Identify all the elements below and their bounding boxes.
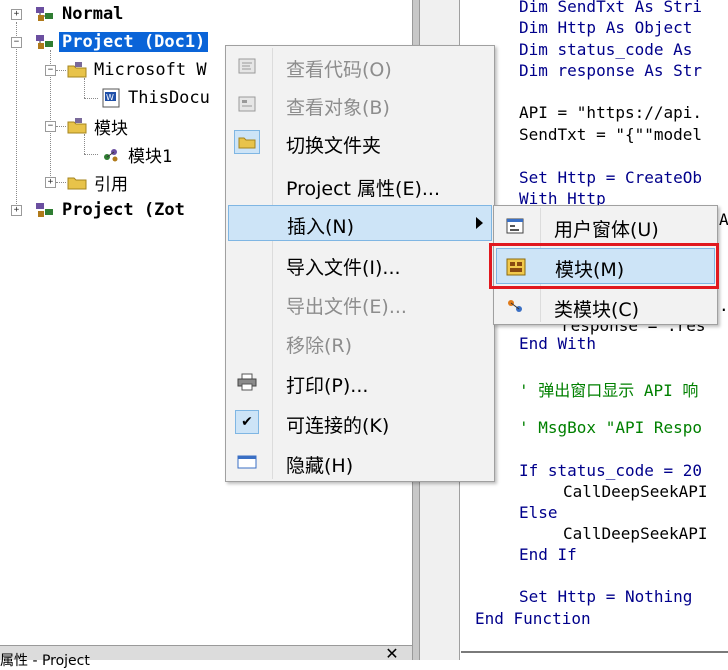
- properties-panel-title: 属性 - Project: [0, 653, 90, 669]
- expand-normal-button[interactable]: +: [11, 9, 22, 20]
- code-line: CallDeepSeekAPI: [563, 524, 708, 543]
- menu-item-label: 切换文件夹: [286, 135, 382, 157]
- class-module-icon: [502, 294, 528, 318]
- tree-node-label: 引用: [94, 174, 128, 195]
- code-line: SendTxt = "{""model: [519, 125, 703, 144]
- tree-node-label: Normal: [62, 4, 124, 24]
- tree-node-label: 模块: [94, 118, 128, 139]
- tree-node-thisdocument[interactable]: W ThisDocu: [100, 86, 213, 110]
- menu-item-view-object[interactable]: 查看对象(B): [228, 86, 492, 122]
- code-line: Dim response As Str: [519, 61, 703, 80]
- code-line: API = "https://api.: [519, 103, 703, 122]
- collapse-project-doc1-button[interactable]: −: [11, 37, 22, 48]
- folder-icon: [66, 116, 88, 136]
- code-line: End If: [519, 545, 577, 564]
- code-line: Else: [519, 503, 558, 522]
- printer-icon: [234, 370, 260, 394]
- project-context-menu: 查看代码(O) 查看对象(B) 切换文件夹 Project 属性(E)... 插…: [225, 45, 495, 482]
- procedure-separator: [461, 651, 728, 653]
- submenu-item-userform[interactable]: 用户窗体(U): [496, 208, 715, 244]
- tree-node-label: 模块1: [128, 146, 173, 167]
- code-editor[interactable]: Dim SendTxt As Stri Dim Http As Object D…: [461, 0, 728, 650]
- tree-node-project-zotero[interactable]: Project (Zot: [34, 198, 188, 222]
- userform-icon: [502, 214, 528, 238]
- menu-item-label: 导出文件(E)...: [286, 296, 407, 318]
- submenu-item-module[interactable]: 模块(M): [496, 248, 715, 284]
- menu-item-label: 隐藏(H): [286, 455, 354, 477]
- vba-project-icon: [34, 32, 56, 52]
- code-line: Set Http = Nothing: [519, 587, 693, 606]
- tree-node-module1[interactable]: 模块1: [100, 142, 175, 167]
- menu-item-insert[interactable]: 插入(N): [228, 205, 492, 241]
- tree-node-microsoft-word-objects[interactable]: Microsoft W: [66, 58, 210, 82]
- code-line: Dim SendTxt As Stri: [519, 0, 703, 16]
- tree-node-label: ThisDocu: [128, 88, 210, 108]
- menu-item-label: 模块(M): [555, 259, 625, 281]
- checkmark-icon: ✔: [234, 410, 260, 434]
- code-line: End Function: [475, 609, 591, 628]
- tree-node-label: Project (Zot: [62, 200, 185, 220]
- menu-item-label: 可连接的(K): [286, 415, 390, 437]
- menu-item-view-code[interactable]: 查看代码(O): [228, 48, 492, 84]
- menu-item-label: 查看代码(O): [286, 59, 392, 81]
- menu-item-label: 用户窗体(U): [554, 219, 659, 241]
- code-line: ' MsgBox "API Respo: [519, 418, 703, 437]
- view-code-icon: [234, 54, 260, 78]
- expand-references-button[interactable]: +: [45, 177, 56, 188]
- code-line: ' 弹出窗口显示 API 响: [519, 381, 699, 400]
- menu-item-label: 打印(P)...: [286, 375, 369, 397]
- tree-node-references-folder[interactable]: 引用: [66, 170, 131, 195]
- folder-icon: [66, 172, 88, 192]
- menu-item-label: 导入文件(I)...: [286, 257, 401, 279]
- tree-node-modules-folder[interactable]: 模块: [66, 114, 131, 139]
- folder-icon: [66, 60, 88, 80]
- menu-item-dockable[interactable]: ✔ 可连接的(K): [228, 404, 492, 440]
- collapse-modules-button[interactable]: −: [45, 121, 56, 132]
- vba-project-icon: [34, 4, 56, 24]
- submenu-item-class-module[interactable]: 类模块(C): [496, 288, 715, 324]
- word-document-icon: W: [100, 88, 122, 108]
- menu-item-label: 移除(R): [286, 335, 353, 357]
- vba-project-icon: [34, 200, 56, 220]
- tree-node-label: Microsoft W: [94, 60, 207, 80]
- menu-item-hide[interactable]: 隐藏(H): [228, 444, 492, 480]
- collapse-microsoft-word-objects-button[interactable]: −: [45, 65, 56, 76]
- svg-text:W: W: [106, 93, 114, 102]
- code-line: A: [719, 210, 728, 229]
- menu-item-export-file[interactable]: 导出文件(E)...: [228, 285, 492, 321]
- properties-panel-header: 属性 - Project ✕: [0, 645, 412, 669]
- code-line: Dim status_code As: [519, 40, 693, 59]
- code-line: Set Http = CreateOb: [519, 168, 703, 187]
- module-icon: [503, 255, 529, 279]
- menu-item-project-properties[interactable]: Project 属性(E)...: [228, 167, 492, 203]
- tree-node-normal[interactable]: Normal: [34, 2, 126, 26]
- menu-item-label: 类模块(C): [554, 299, 640, 321]
- folder-icon: [234, 130, 260, 154]
- module-icon: [100, 144, 122, 164]
- close-icon[interactable]: ✕: [380, 646, 404, 662]
- insert-submenu: 用户窗体(U) 模块(M) 类模块(C): [493, 205, 718, 325]
- menu-item-import-file[interactable]: 导入文件(I)...: [228, 246, 492, 282]
- tree-node-project-doc1[interactable]: Project (Doc1): [34, 30, 209, 54]
- menu-item-label: 查看对象(B): [286, 97, 390, 119]
- code-line: End With: [519, 334, 597, 353]
- menu-item-label: Project 属性(E)...: [286, 178, 440, 200]
- code-line: If status_code = 20: [519, 461, 703, 480]
- submenu-arrow-icon: [476, 217, 483, 229]
- code-line: .: [719, 296, 728, 315]
- menu-item-label: 插入(N): [287, 216, 355, 238]
- hide-icon: [234, 450, 260, 474]
- tree-node-label: Project (Doc1): [59, 32, 209, 52]
- code-line: CallDeepSeekAPI: [563, 482, 708, 501]
- view-object-icon: [234, 92, 260, 116]
- expand-project-zotero-button[interactable]: +: [11, 205, 22, 216]
- menu-item-remove[interactable]: 移除(R): [228, 324, 492, 360]
- menu-item-toggle-folders[interactable]: 切换文件夹: [228, 124, 492, 160]
- menu-item-print[interactable]: 打印(P)...: [228, 364, 492, 400]
- code-line: Dim Http As Object: [519, 18, 693, 37]
